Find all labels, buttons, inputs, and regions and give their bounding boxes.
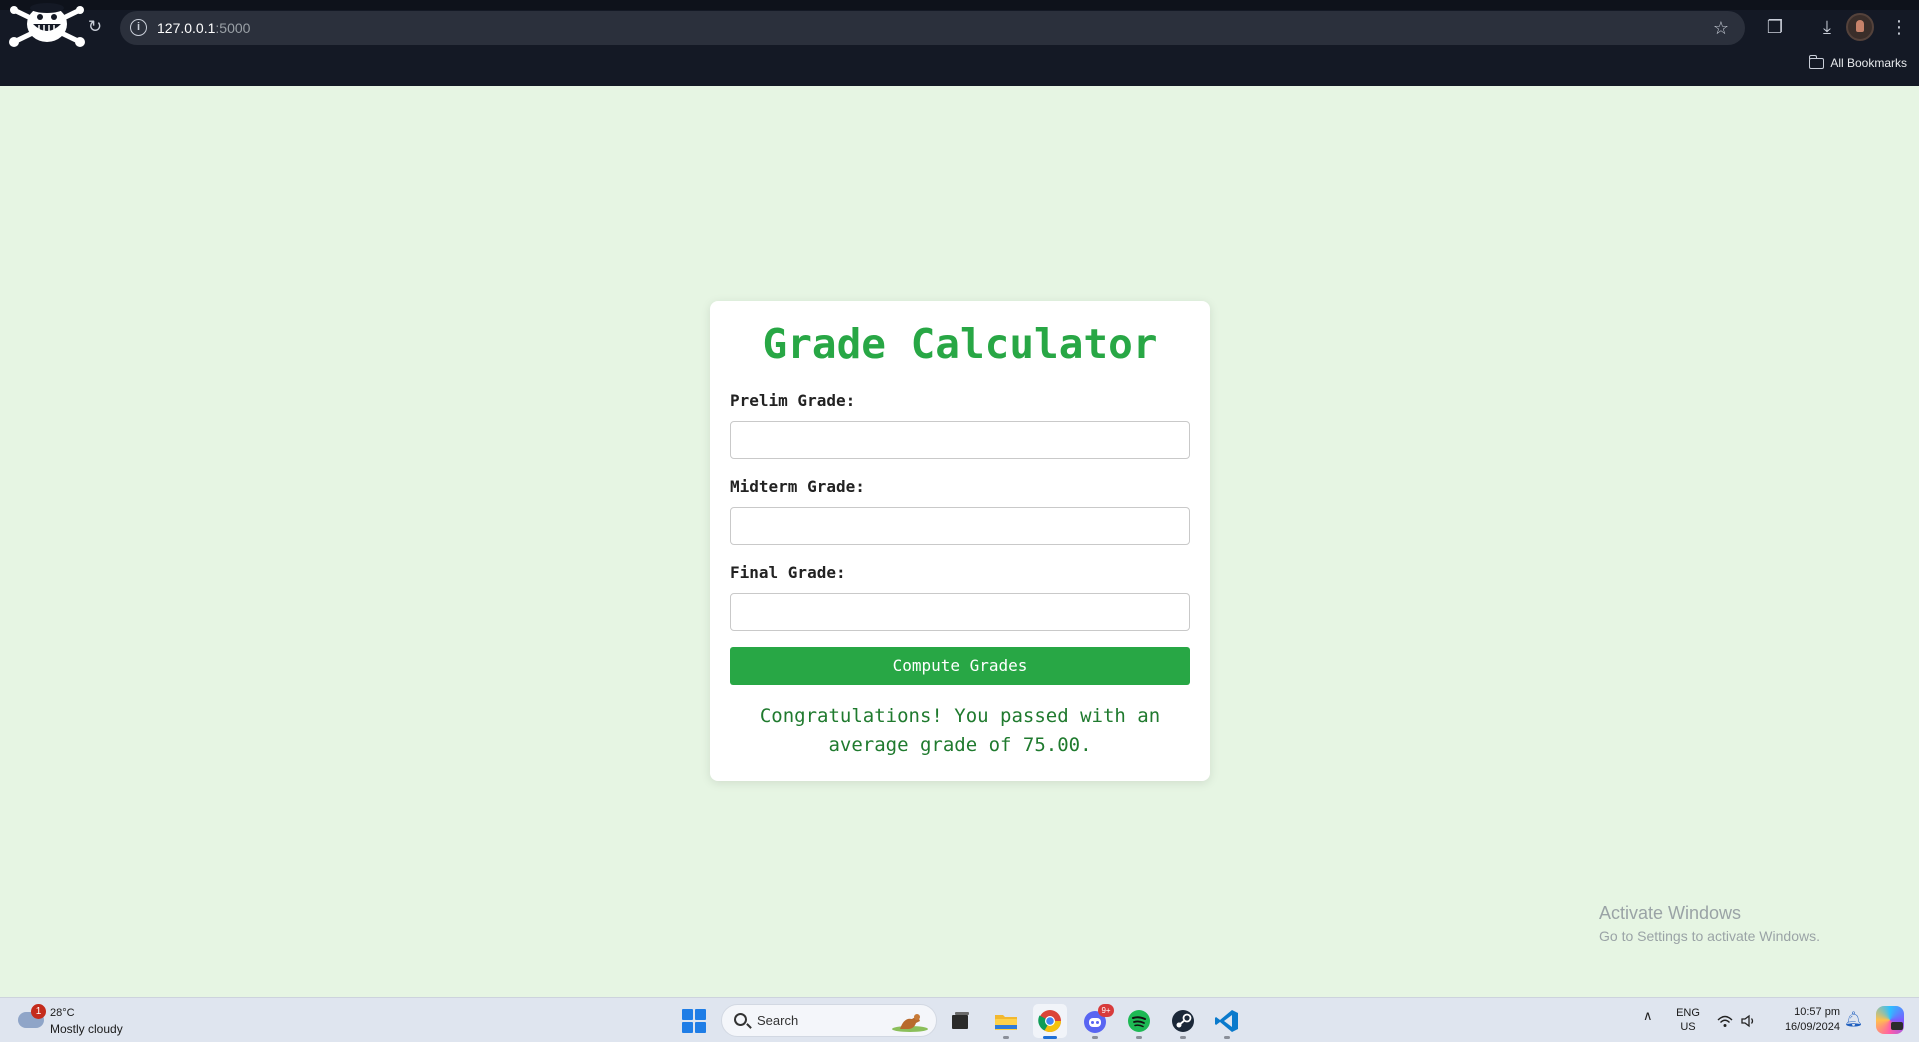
- clock-time: 10:57 pm: [1794, 1006, 1840, 1018]
- taskbar-spotify[interactable]: [1122, 1004, 1156, 1039]
- running-indicator: [1003, 1036, 1009, 1039]
- extensions-icon[interactable]: ❐: [1762, 14, 1788, 40]
- search-placeholder: Search: [757, 1013, 799, 1028]
- taskbar-discord[interactable]: 9+: [1078, 1004, 1114, 1039]
- running-indicator: [1180, 1036, 1186, 1039]
- spotify-icon: [1128, 1010, 1150, 1032]
- watermark-subtitle: Go to Settings to activate Windows.: [1599, 928, 1820, 944]
- download-icon[interactable]: ⤓: [1814, 14, 1840, 40]
- chrome-icon: [1038, 1010, 1061, 1032]
- taskbar-file-explorer[interactable]: [989, 1004, 1023, 1039]
- steam-icon: [1172, 1010, 1194, 1032]
- weather-temp: 28°C: [50, 1007, 75, 1019]
- compute-grades-button[interactable]: Compute Grades: [730, 647, 1190, 685]
- weather-desc: Mostly cloudy: [50, 1022, 123, 1036]
- clock-date: 16/09/2024: [1784, 1021, 1840, 1033]
- taskbar-steam[interactable]: [1166, 1004, 1200, 1039]
- active-indicator: [1043, 1036, 1057, 1039]
- prelim-input[interactable]: [730, 421, 1190, 459]
- activate-windows-watermark: Activate Windows Go to Settings to activ…: [1599, 902, 1820, 946]
- final-label: Final Grade:: [730, 563, 846, 582]
- language-indicator[interactable]: ENG US: [1674, 1006, 1702, 1034]
- address-url[interactable]: 127.0.0.1:5000: [157, 19, 250, 37]
- grade-calculator-card: Grade Calculator Prelim Grade: Midterm G…: [710, 301, 1210, 781]
- windows-start-icon[interactable]: [682, 1009, 706, 1033]
- discord-badge: 9+: [1098, 1004, 1114, 1017]
- browser-chrome: ↻ i 127.0.0.1:5000 ☆ ❐ ⤓ ⋮ All Bookmarks: [0, 0, 1919, 86]
- taskbar: 1 28°C Mostly cloudy Search 9+ ∧ ENG US …: [0, 997, 1919, 1042]
- taskbar-task-view[interactable]: [943, 1004, 977, 1038]
- folder-icon: [1808, 54, 1825, 69]
- menu-kebab-icon[interactable]: ⋮: [1886, 14, 1912, 40]
- running-indicator: [1092, 1036, 1098, 1039]
- folder-explorer-icon: [995, 1015, 1017, 1030]
- bookmarks-label: All Bookmarks: [1830, 56, 1907, 70]
- site-info-icon[interactable]: i: [130, 19, 147, 36]
- tray-chevron-up-icon[interactable]: ∧: [1643, 1008, 1653, 1024]
- copilot-icon[interactable]: [1876, 1006, 1904, 1034]
- midterm-input[interactable]: [730, 507, 1190, 545]
- bookmark-star-icon[interactable]: ☆: [1709, 16, 1733, 40]
- clock[interactable]: 10:57 pm 16/09/2024: [1772, 1005, 1840, 1035]
- prelim-label: Prelim Grade:: [730, 391, 856, 410]
- search-highlight-art-icon: [892, 1014, 928, 1032]
- wifi-icon[interactable]: [1716, 1012, 1734, 1030]
- reload-icon[interactable]: ↻: [84, 16, 106, 38]
- running-indicator: [1136, 1036, 1142, 1039]
- address-bar[interactable]: i 127.0.0.1:5000 ☆: [120, 11, 1745, 45]
- url-host: 127.0.0.1: [157, 20, 216, 36]
- lang-bottom: US: [1680, 1021, 1696, 1033]
- vscode-icon: [1215, 1010, 1238, 1032]
- taskbar-chrome[interactable]: [1033, 1004, 1067, 1039]
- search-icon: [734, 1013, 747, 1026]
- weather-widget[interactable]: 1 28°C Mostly cloudy: [16, 1004, 166, 1038]
- notification-bell-icon[interactable]: 🔔︎: [1844, 1010, 1863, 1030]
- page-title: Grade Calculator: [762, 320, 1158, 368]
- profile-logo-icon[interactable]: [6, 2, 88, 48]
- result-message: Congratulations! You passed with an aver…: [759, 705, 1161, 756]
- lang-top: ENG: [1676, 1007, 1700, 1019]
- taskbar-search[interactable]: Search: [721, 1004, 937, 1037]
- tab-strip: [0, 0, 1919, 10]
- volume-icon[interactable]: [1739, 1012, 1757, 1030]
- final-input[interactable]: [730, 593, 1190, 631]
- task-view-icon: [952, 1012, 969, 1029]
- running-indicator: [1224, 1036, 1230, 1039]
- weather-badge: 1: [31, 1004, 46, 1019]
- url-port: :5000: [215, 20, 251, 36]
- midterm-label: Midterm Grade:: [730, 477, 865, 496]
- all-bookmarks[interactable]: All Bookmarks: [1808, 54, 1907, 70]
- avatar[interactable]: [1846, 13, 1874, 41]
- taskbar-vscode[interactable]: [1210, 1004, 1244, 1039]
- watermark-title: Activate Windows: [1599, 903, 1742, 923]
